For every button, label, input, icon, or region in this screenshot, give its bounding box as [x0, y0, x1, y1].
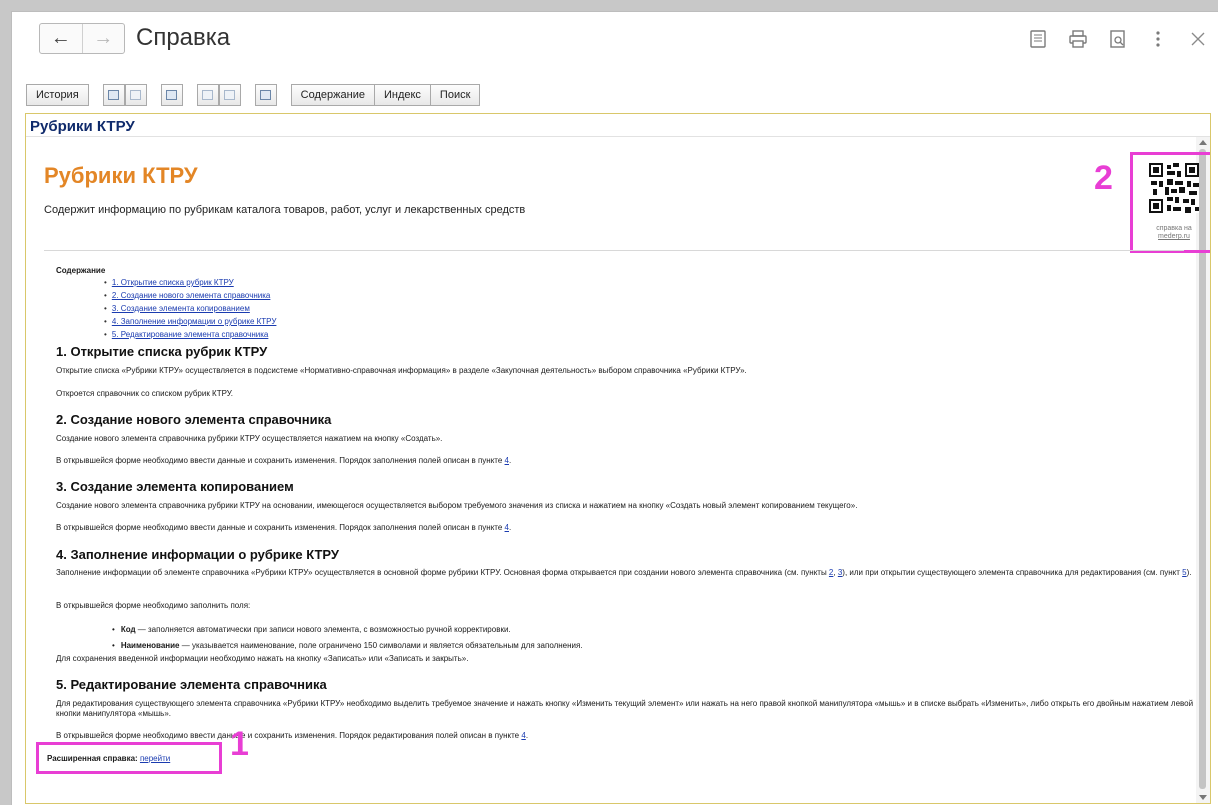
field-name-term: Наименование [120, 641, 180, 650]
window-title: Справка [136, 24, 231, 51]
divider [44, 250, 1184, 251]
section-5-text: Для редактирования существующего элемент… [56, 699, 1194, 718]
back-button[interactable]: ← [40, 24, 82, 53]
toc-link-1[interactable]: 1. Открытие списка рубрик КТРУ [112, 278, 234, 287]
section-3-text-2-end: . [509, 523, 512, 532]
more-icon[interactable] [1138, 26, 1178, 52]
extended-help-label: Расширенная справка: [47, 754, 140, 763]
toc-item: 1. Открытие списка рубрик КТРУ [104, 276, 276, 289]
extended-help-link[interactable]: перейти [140, 754, 170, 763]
section-4-text-b: ), или при открытии существующего элемен… [842, 568, 1183, 577]
section-5-heading: 5. Редактирование элемента справочника [56, 677, 327, 692]
callout-number-1: 1 [230, 725, 249, 763]
qr-highlight: справка на mederp.ru [1130, 152, 1210, 253]
section-2-text-2-end: . [509, 456, 512, 465]
qr-caption: справка на mederp.ru [1133, 225, 1210, 241]
toc-link-4[interactable]: 4. Заполнение информации о рубрике КТРУ [112, 317, 277, 326]
section-4-heading: 4. Заполнение информации о рубрике КТРУ [56, 547, 339, 562]
section-2-text-2-body: В открывшейся форме необходимо ввести да… [56, 456, 505, 465]
title-bar: ← → Справка [12, 12, 1218, 68]
help-toolbar: История Содержание Индекс Поиск [26, 83, 481, 107]
section-4-text-c: ). [1186, 568, 1192, 577]
section-5-text-2: В открывшейся форме необходимо ввести да… [56, 731, 1196, 741]
field-name-item: Наименование — указывается наименование,… [112, 640, 583, 652]
window-tools [1018, 26, 1218, 52]
qr-code-icon[interactable] [1149, 163, 1199, 213]
section-3-text: Создание нового элемента справочника руб… [56, 501, 858, 510]
field-name-text: — указывается наименование, поле огранич… [179, 641, 583, 650]
toc-link-5[interactable]: 5. Редактирование элемента справочника [112, 330, 269, 339]
field-code-text: — заполняется автоматически при записи н… [135, 625, 511, 634]
toc-item: 4. Заполнение информации о рубрике КТРУ [104, 315, 277, 328]
scroll-up-icon[interactable] [1199, 140, 1207, 145]
next-topic-icon[interactable] [218, 84, 241, 106]
toc-link-2[interactable]: 2. Создание нового элемента справочника [112, 291, 271, 300]
section-1-heading: 1. Открытие списка рубрик КТРУ [56, 344, 268, 359]
toc-item: 3. Создание элемента копированием [104, 302, 276, 315]
section-3-text-2: В открывшейся форме необходимо ввести да… [56, 523, 1196, 533]
preview-icon[interactable] [1098, 26, 1138, 52]
section-1-text-2: Откроется справочник со списком рубрик К… [56, 389, 233, 398]
tab-index[interactable]: Индекс [374, 84, 431, 106]
section-5-text-2-end: . [525, 731, 529, 740]
section-4-text-a: Заполнение информации об элементе справо… [56, 568, 829, 577]
prev-topic-icon[interactable] [196, 84, 219, 106]
section-2-heading: 2. Создание нового элемента справочника [56, 412, 332, 427]
qr-caption-link[interactable]: mederp.ru [1158, 233, 1190, 240]
tab-contents[interactable]: Содержание [290, 84, 375, 106]
section-5-text-2-body: В открывшейся форме необходимо ввести да… [56, 731, 522, 740]
save-icon[interactable] [1018, 26, 1058, 52]
tab-search[interactable]: Поиск [430, 84, 481, 106]
toc-item: 5. Редактирование элемента справочника [104, 328, 276, 341]
section-4-text-2: В открывшейся форме необходимо заполнить… [56, 601, 251, 610]
page-subtitle: Содержит информацию по рубрикам каталога… [44, 204, 526, 216]
history-button[interactable]: История [26, 84, 89, 106]
section-3-text-2-body: В открывшейся форме необходимо ввести да… [56, 523, 505, 532]
nav-tabs: Содержание Индекс Поиск [290, 84, 481, 106]
qr-caption-text: справка на [1156, 225, 1192, 232]
section-2-text: Создание нового элемента справочника руб… [56, 434, 443, 443]
section-1-text: Открытие списка «Рубрики КТРУ» осуществл… [56, 366, 747, 375]
close-icon[interactable] [1178, 26, 1218, 52]
field-code-term: Код [120, 625, 136, 634]
scroll-down-icon[interactable] [1199, 795, 1207, 800]
extended-help: Расширенная справка: перейти [47, 753, 170, 765]
callout-number-2: 2 [1094, 159, 1113, 197]
toc-link-3[interactable]: 3. Создание элемента копированием [112, 304, 250, 313]
print-icon[interactable] [1058, 26, 1098, 52]
section-3-heading: 3. Создание элемента копированием [56, 479, 294, 494]
page-title: Рубрики КТРУ [44, 163, 198, 188]
toc-heading: Содержание [56, 266, 106, 275]
toc-item: 2. Создание нового элемента справочника [104, 289, 276, 302]
frame-header: Рубрики КТРУ [26, 114, 1210, 137]
show-tree-icon[interactable] [102, 84, 125, 106]
print-topic-icon[interactable] [254, 84, 277, 106]
nav-buttons: ← → [39, 23, 125, 54]
help-window: ← → Справка История Содержание Индекс По… [11, 11, 1218, 805]
sync-contents-icon[interactable] [160, 84, 183, 106]
section-4-text: Заполнение информации об элементе справо… [56, 568, 1196, 578]
forward-button[interactable]: → [81, 24, 125, 53]
field-code-item: Код — заполняется автоматически при запи… [112, 624, 511, 636]
help-content-frame: Рубрики КТРУ Рубрики КТРУ Содержит инфор… [25, 113, 1211, 804]
section-2-text-2: В открывшейся форме необходимо ввести да… [56, 456, 1196, 466]
section-4-text-3: Для сохранения введенной информации необ… [56, 654, 469, 663]
extended-help-highlight: Расширенная справка: перейти [36, 742, 222, 774]
hide-tree-icon[interactable] [124, 84, 147, 106]
table-of-contents: 1. Открытие списка рубрик КТРУ 2. Создан… [104, 276, 277, 341]
